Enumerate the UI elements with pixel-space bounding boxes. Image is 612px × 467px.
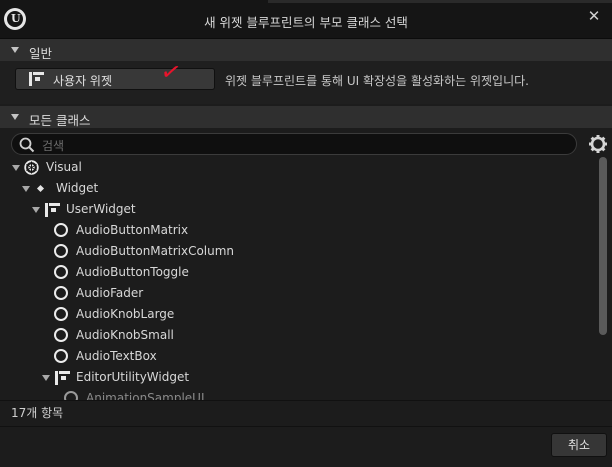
tree-row[interactable]: AudioButtonMatrixColumn bbox=[0, 241, 598, 262]
user-widget-icon bbox=[29, 72, 44, 86]
expand-arrow-icon[interactable] bbox=[12, 165, 20, 171]
expand-arrow-icon[interactable] bbox=[32, 207, 40, 213]
section-title-general: 일반 bbox=[29, 46, 53, 61]
class-ring-icon bbox=[54, 265, 68, 279]
tree-row[interactable]: AudioKnobLarge bbox=[0, 304, 598, 325]
search-placeholder: 검색 bbox=[42, 139, 65, 153]
tree-row-userwidget[interactable]: UserWidget bbox=[0, 199, 598, 220]
tree-scrollbar[interactable] bbox=[599, 157, 607, 335]
tree-row[interactable]: AudioKnobSmall bbox=[0, 325, 598, 346]
tree-label-editorutilitywidget: EditorUtilityWidget bbox=[76, 370, 190, 384]
tree-item-label: AudioFader bbox=[76, 286, 144, 300]
visual-class-icon bbox=[24, 160, 39, 175]
tree-row-editorutilitywidget[interactable]: EditorUtilityWidget bbox=[0, 367, 598, 388]
tree-label-userwidget: UserWidget bbox=[66, 202, 136, 216]
tree-label-visual: Visual bbox=[46, 160, 82, 174]
collapse-arrow-icon bbox=[11, 47, 19, 53]
divider bbox=[0, 426, 612, 427]
title-bar-accent bbox=[268, 0, 612, 3]
class-ring-icon bbox=[54, 307, 68, 321]
section-header-general[interactable]: 일반 bbox=[0, 39, 612, 61]
widget-class-icon bbox=[36, 184, 45, 193]
tree-row[interactable]: AudioTextBox bbox=[0, 346, 598, 367]
section-header-all-classes[interactable]: 모든 클래스 bbox=[0, 106, 612, 128]
class-ring-icon bbox=[54, 328, 68, 342]
tree-item-label: AnimationSampleUI bbox=[86, 391, 205, 400]
expand-arrow-icon[interactable] bbox=[22, 186, 30, 192]
item-count: 17개 항목 bbox=[11, 406, 64, 420]
tree-row[interactable]: AudioFader bbox=[0, 283, 598, 304]
tree-row[interactable]: AnimationSampleUI bbox=[0, 388, 598, 400]
tree-item-label: AudioButtonMatrix bbox=[76, 223, 189, 237]
class-ring-icon bbox=[54, 244, 68, 258]
close-button[interactable]: ✕ bbox=[582, 5, 606, 27]
divider bbox=[0, 400, 612, 401]
class-ring-icon bbox=[54, 349, 68, 363]
dialog-title: 새 위젯 블루프린트의 부모 클래스 선택 bbox=[204, 15, 408, 30]
class-ring-icon bbox=[54, 223, 68, 237]
user-widget-button[interactable]: 사용자 위젯 bbox=[15, 68, 215, 90]
tree-item-label: AudioButtonToggle bbox=[76, 265, 189, 279]
user-widget-icon bbox=[55, 371, 70, 385]
tree-item-label: AudioKnobSmall bbox=[76, 328, 174, 342]
tree-row-widget[interactable]: Widget bbox=[0, 178, 598, 199]
gear-icon[interactable] bbox=[588, 134, 608, 154]
tree-label-widget: Widget bbox=[56, 181, 99, 195]
tree-item-label: AudioKnobLarge bbox=[76, 307, 175, 321]
tree-item-label: AudioButtonMatrixColumn bbox=[76, 244, 235, 258]
tree-row[interactable]: AudioButtonMatrix bbox=[0, 220, 598, 241]
class-ring-icon bbox=[64, 391, 78, 400]
search-icon bbox=[19, 137, 35, 153]
title-bar: U 새 위젯 블루프린트의 부모 클래스 선택 ✕ bbox=[0, 0, 612, 39]
section-title-all-classes: 모든 클래스 bbox=[29, 113, 91, 128]
class-search-input[interactable]: 검색 bbox=[11, 133, 577, 155]
tree-row[interactable]: AudioButtonToggle bbox=[0, 262, 598, 283]
class-ring-icon bbox=[54, 286, 68, 300]
class-tree: Visual Widget UserWidget AudioButtonMatr… bbox=[0, 157, 598, 400]
expand-arrow-icon[interactable] bbox=[42, 375, 50, 381]
user-widget-button-label: 사용자 위젯 bbox=[53, 74, 113, 88]
user-widget-description: 위젯 블루프린트를 통해 UI 확장성을 활성화하는 위젯입니다. bbox=[225, 74, 529, 88]
tree-item-label: AudioTextBox bbox=[76, 349, 157, 363]
cancel-button[interactable]: 취소 bbox=[551, 433, 607, 457]
tree-row-visual[interactable]: Visual bbox=[0, 157, 598, 178]
user-widget-icon bbox=[45, 203, 60, 217]
collapse-arrow-icon bbox=[11, 114, 19, 120]
